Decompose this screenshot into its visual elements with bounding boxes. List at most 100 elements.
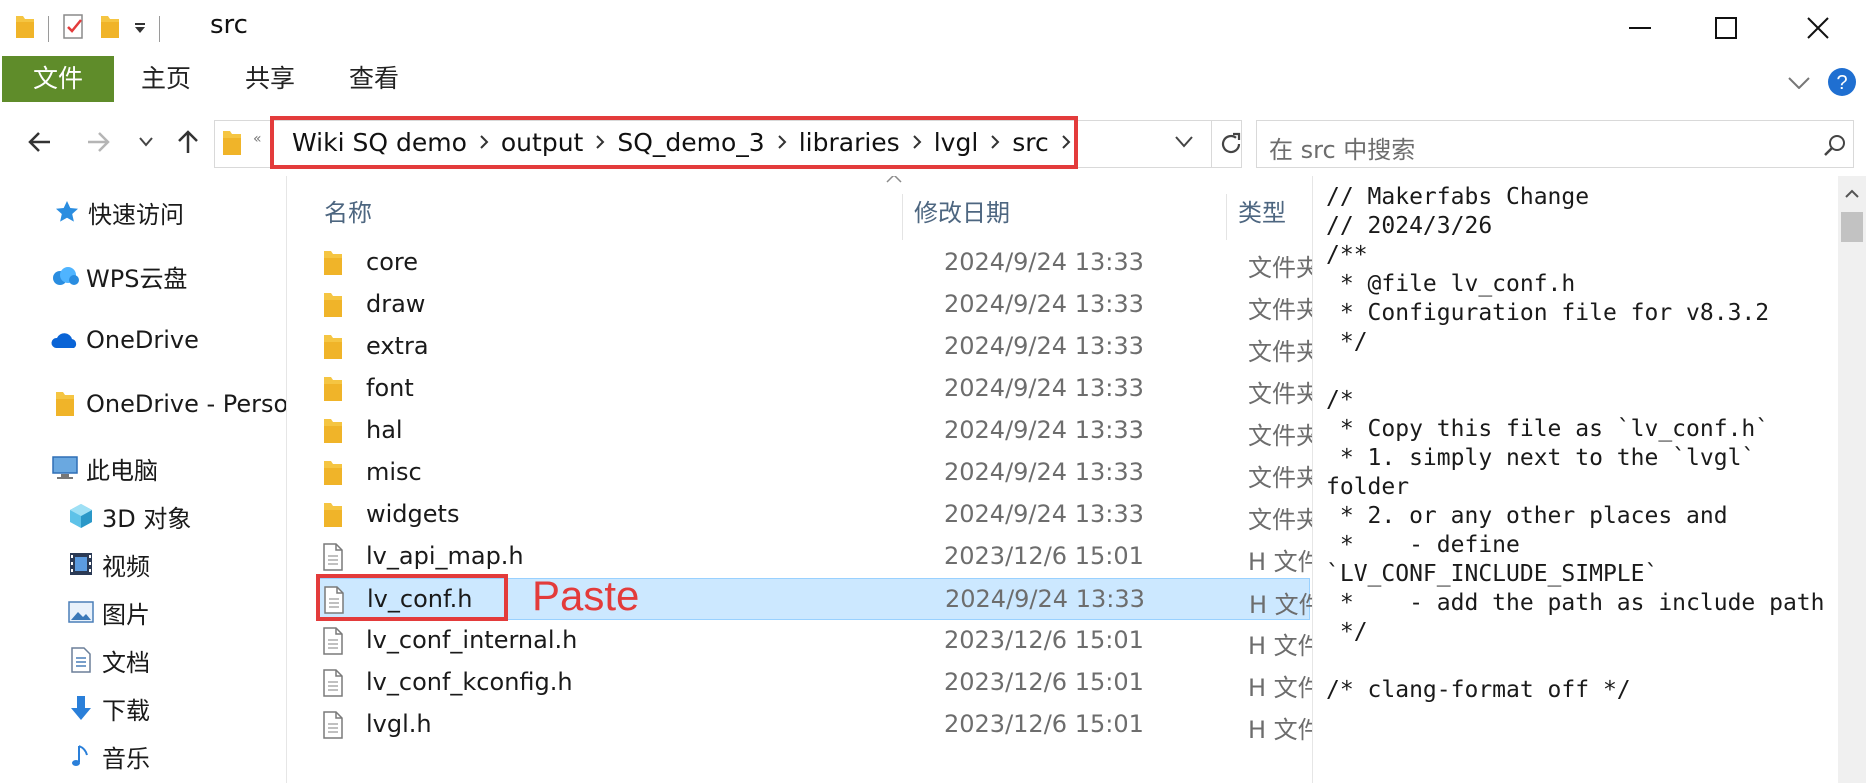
nav-item-downloads[interactable]: 下载 xyxy=(66,688,150,728)
table-row[interactable]: hal 2024/9/24 13:33 文件夹 xyxy=(318,410,1312,452)
help-icon[interactable]: ? xyxy=(1826,66,1858,98)
file-date: 2023/12/6 15:01 xyxy=(944,710,1144,738)
file-type: H 文件 xyxy=(1249,591,1312,619)
folder-icon xyxy=(318,248,348,278)
table-row[interactable]: core 2024/9/24 13:33 文件夹 xyxy=(318,242,1312,284)
nav-item-pictures[interactable]: 图片 xyxy=(66,592,150,632)
pane-divider[interactable] xyxy=(1312,176,1313,783)
file-date: 2024/9/24 13:33 xyxy=(944,374,1144,402)
file-icon xyxy=(318,626,348,656)
file-icon xyxy=(318,668,348,698)
table-row[interactable]: draw 2024/9/24 13:33 文件夹 xyxy=(318,284,1312,326)
new-folder-icon[interactable] xyxy=(99,14,121,44)
forward-button[interactable] xyxy=(80,124,116,160)
maximize-button[interactable] xyxy=(1706,8,1746,48)
table-row[interactable]: lvgl.h 2023/12/6 15:01 H 文件 xyxy=(318,704,1312,746)
file-type: 文件夹 xyxy=(1248,296,1312,324)
folder-icon xyxy=(318,374,348,404)
nav-item-onedrive-personal[interactable]: OneDrive - Perso xyxy=(50,384,286,424)
cube-icon xyxy=(66,501,96,531)
back-button[interactable] xyxy=(22,124,58,160)
file-type: H 文件 xyxy=(1248,716,1312,744)
nav-item-label: WPS云盘 xyxy=(86,264,188,293)
search-input[interactable]: 在 src 中搜索 xyxy=(1256,120,1854,168)
column-header-type[interactable]: 类型 xyxy=(1238,188,1286,238)
file-date: 2023/12/6 15:01 xyxy=(944,626,1144,654)
recent-locations-button[interactable] xyxy=(128,124,164,160)
file-name: draw xyxy=(366,290,426,318)
navigation-bar: « Wiki SQ demo output SQ_demo_3 librarie… xyxy=(0,110,1866,176)
file-name: lv_conf_kconfig.h xyxy=(366,668,573,696)
close-button[interactable] xyxy=(1798,8,1838,48)
file-type: H 文件 xyxy=(1248,674,1312,702)
preview-scrollbar[interactable] xyxy=(1838,176,1866,783)
file-name: lvgl.h xyxy=(366,710,432,738)
column-header-date[interactable]: 修改日期 xyxy=(914,188,1010,238)
file-date: 2024/9/24 13:33 xyxy=(944,500,1144,528)
address-dropdown-icon[interactable] xyxy=(1175,133,1193,152)
nav-item-music[interactable]: 音乐 xyxy=(66,736,150,776)
table-row[interactable]: extra 2024/9/24 13:33 文件夹 xyxy=(318,326,1312,368)
tab-view[interactable]: 查看 xyxy=(336,56,412,102)
file-type: H 文件 xyxy=(1248,548,1312,576)
star-icon xyxy=(52,197,82,227)
table-row[interactable]: lv_api_map.h 2023/12/6 15:01 H 文件 xyxy=(318,536,1312,578)
scroll-thumb[interactable] xyxy=(1841,212,1863,242)
refresh-icon[interactable] xyxy=(1219,131,1243,161)
file-type: 文件夹 xyxy=(1248,338,1312,366)
nav-item-onedrive[interactable]: OneDrive xyxy=(50,320,199,360)
overflow-chevron-icon[interactable]: « xyxy=(253,131,262,147)
window-title: src xyxy=(210,10,248,40)
file-type: 文件夹 xyxy=(1248,422,1312,450)
folder-icon xyxy=(221,129,243,161)
nav-item-videos[interactable]: 视频 xyxy=(66,544,150,584)
expand-ribbon-icon[interactable] xyxy=(1784,68,1814,98)
nav-item-this-pc[interactable]: 此电脑 xyxy=(50,448,158,488)
file-type: 文件夹 xyxy=(1248,464,1312,492)
tab-share[interactable]: 共享 xyxy=(232,56,308,102)
nav-item-quick-access[interactable]: 快速访问 xyxy=(52,192,184,232)
properties-icon[interactable] xyxy=(61,13,87,45)
paste-annotation: Paste xyxy=(532,572,640,619)
column-divider[interactable] xyxy=(902,194,903,240)
column-header-name[interactable]: 名称 xyxy=(324,188,372,238)
file-date: 2024/9/24 13:33 xyxy=(944,290,1144,318)
nav-item-documents[interactable]: 文档 xyxy=(66,640,150,680)
folder-icon xyxy=(318,416,348,446)
code-line: * @file lv_conf.h xyxy=(1326,271,1576,297)
file-type: 文件夹 xyxy=(1248,380,1312,408)
file-date: 2023/12/6 15:01 xyxy=(944,542,1144,570)
video-icon xyxy=(66,549,96,579)
pane-divider[interactable] xyxy=(286,176,287,783)
code-line: * 1. simply next to the `lvgl` xyxy=(1326,445,1756,471)
cloud-icon xyxy=(50,261,80,291)
nav-item-wps-cloud[interactable]: WPS云盘 xyxy=(50,256,187,296)
sort-ascending-icon xyxy=(886,176,902,187)
file-name: lv_api_map.h xyxy=(366,542,524,570)
customize-toolbar-icon[interactable] xyxy=(133,20,147,39)
file-date: 2024/9/24 13:33 xyxy=(944,332,1144,360)
search-icon[interactable] xyxy=(1823,133,1847,161)
table-row[interactable]: widgets 2024/9/24 13:33 文件夹 xyxy=(318,494,1312,536)
table-row[interactable]: misc 2024/9/24 13:33 文件夹 xyxy=(318,452,1312,494)
table-row[interactable]: lv_conf_kconfig.h 2023/12/6 15:01 H 文件 xyxy=(318,662,1312,704)
nav-item-label: 快速访问 xyxy=(88,200,184,229)
table-row[interactable]: font 2024/9/24 13:33 文件夹 xyxy=(318,368,1312,410)
scroll-up-icon[interactable] xyxy=(1838,182,1866,206)
ribbon-tabs: 文件 主页 共享 查看 ? xyxy=(0,56,1866,106)
nav-item-3d-objects[interactable]: 3D 对象 xyxy=(66,496,191,536)
toolbar-separator xyxy=(159,16,160,42)
tab-home[interactable]: 主页 xyxy=(128,56,204,102)
code-line: /* xyxy=(1326,387,1354,413)
folder-icon xyxy=(318,458,348,488)
download-icon xyxy=(66,693,96,723)
table-row[interactable]: lv_conf_internal.h 2023/12/6 15:01 H 文件 xyxy=(318,620,1312,662)
file-date: 2024/9/24 13:33 xyxy=(944,416,1144,444)
folder-icon xyxy=(50,389,80,419)
minimize-button[interactable] xyxy=(1620,8,1660,48)
up-button[interactable] xyxy=(170,124,206,160)
folder-icon xyxy=(318,332,348,362)
file-name: extra xyxy=(366,332,429,360)
column-divider[interactable] xyxy=(1226,194,1227,240)
tab-file[interactable]: 文件 xyxy=(2,56,114,102)
